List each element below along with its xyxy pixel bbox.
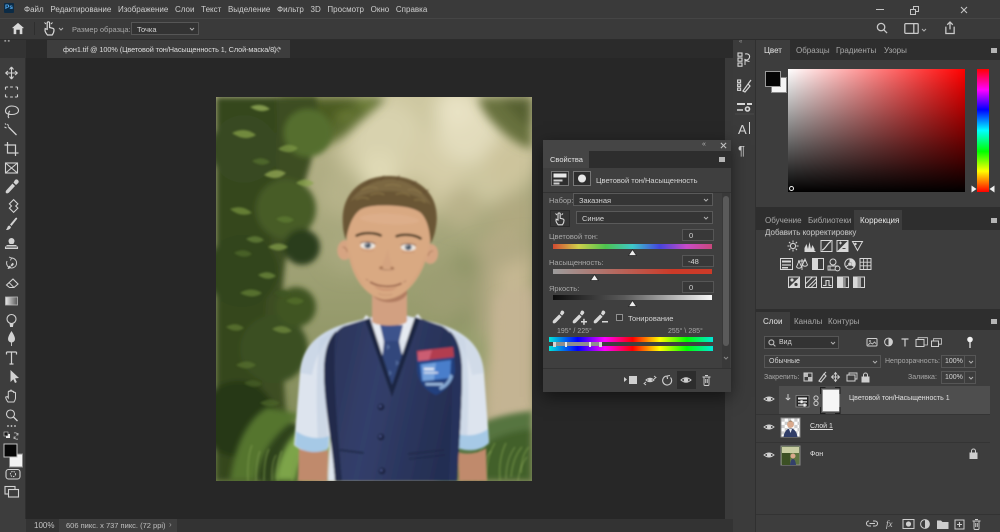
svg-text:¶: ¶	[738, 143, 745, 158]
svg-text:fx: fx	[886, 519, 893, 529]
svg-text:A: A	[738, 122, 747, 137]
